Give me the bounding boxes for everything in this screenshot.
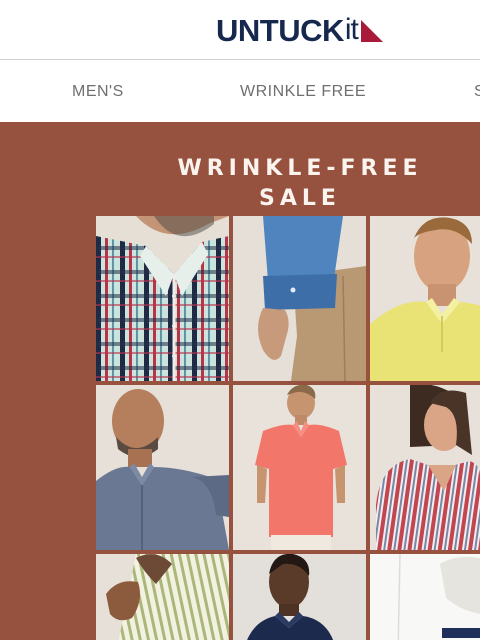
logo-text-suffix: it: [344, 13, 359, 46]
product-photo-white-shirt[interactable]: [370, 554, 480, 640]
product-photo-coral-polo[interactable]: [233, 385, 366, 550]
hero-banner[interactable]: WRINKLE-FREE SALE: [0, 122, 480, 640]
category-nav: MEN'S WRINKLE FREE S: [0, 61, 480, 121]
product-photo-plaid-shirt[interactable]: [96, 216, 229, 381]
nav-item-wrinkle-free[interactable]: WRINKLE FREE: [240, 61, 366, 121]
product-photo-blue-shirt-khaki-pants[interactable]: [233, 216, 366, 381]
logo-flag-icon: [360, 20, 383, 42]
site-header: UNTUCK it: [0, 0, 480, 60]
untuckit-logo[interactable]: UNTUCK it: [216, 10, 385, 50]
product-photo-navy-shirt[interactable]: [233, 554, 366, 640]
product-photo-striped-blouse[interactable]: [370, 385, 480, 550]
logo-text-main: UNTUCK: [216, 12, 344, 48]
product-photo-yellow-polo[interactable]: [370, 216, 480, 381]
nav-item-partial[interactable]: S: [474, 61, 480, 121]
product-photo-chambray-shirt[interactable]: [96, 385, 229, 550]
hero-title: WRINKLE-FREE SALE: [177, 156, 423, 211]
product-photo-green-striped-shirt[interactable]: [96, 554, 229, 640]
nav-item-mens[interactable]: MEN'S: [72, 61, 124, 121]
